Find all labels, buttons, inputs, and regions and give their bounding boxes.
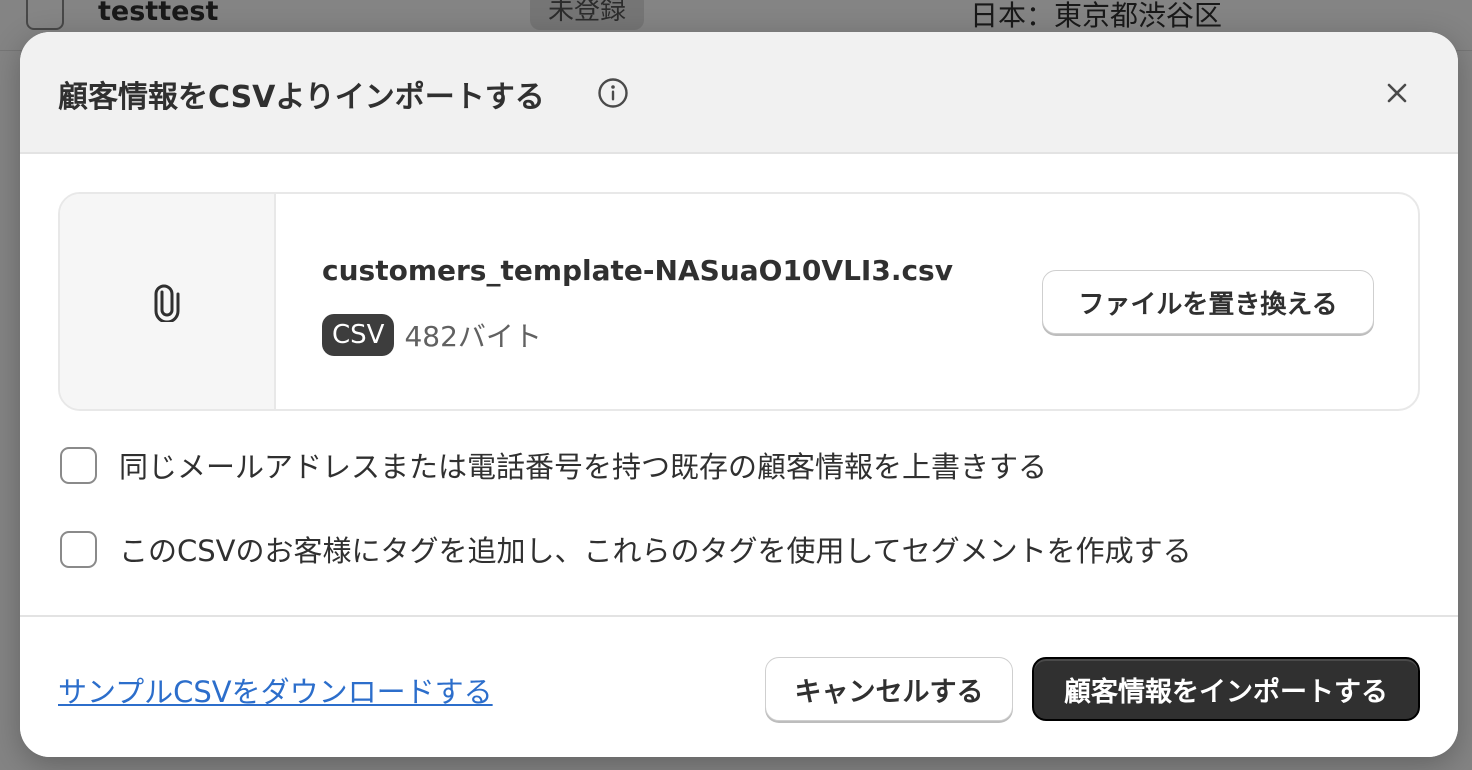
- overwrite-checkbox[interactable]: [60, 446, 97, 484]
- file-card: customers_template-NASuaO10VLI3.csv CSV …: [58, 192, 1420, 411]
- file-thumbnail: [60, 194, 276, 409]
- file-type-badge: CSV: [322, 314, 395, 356]
- tag-option[interactable]: このCSVのお客様にタグを追加し、これらのタグを使用してセグメントを作成する: [60, 528, 1192, 570]
- replace-file-button[interactable]: ファイルを置き換える: [1042, 270, 1374, 334]
- overwrite-label[interactable]: 同じメールアドレスまたは電話番号を持つ既存の顧客情報を上書きする: [119, 444, 1047, 486]
- modal-title: 顧客情報をCSVよりインポートする: [58, 80, 545, 115]
- close-button[interactable]: [1380, 76, 1414, 110]
- close-icon: [1387, 83, 1407, 103]
- modal-footer: サンプルCSVをダウンロードする キャンセルする 顧客情報をインポートする: [20, 615, 1458, 757]
- modal-header: 顧客情報をCSVよりインポートする: [20, 32, 1458, 154]
- file-size: 482バイト: [404, 320, 542, 353]
- file-meta: CSV 482バイト: [322, 314, 542, 356]
- file-name: customers_template-NASuaO10VLI3.csv: [322, 254, 953, 287]
- import-customers-modal: 顧客情報をCSVよりインポートする customers_template-NAS…: [20, 32, 1458, 757]
- paperclip-icon: [150, 284, 184, 324]
- tag-label[interactable]: このCSVのお客様にタグを追加し、これらのタグを使用してセグメントを作成する: [119, 528, 1192, 570]
- overwrite-option[interactable]: 同じメールアドレスまたは電話番号を持つ既存の顧客情報を上書きする: [60, 444, 1047, 486]
- cancel-button[interactable]: キャンセルする: [765, 657, 1013, 721]
- download-sample-csv-link[interactable]: サンプルCSVをダウンロードする: [58, 669, 493, 711]
- info-circle-icon[interactable]: [597, 77, 629, 109]
- tag-checkbox[interactable]: [60, 530, 97, 568]
- import-customers-button[interactable]: 顧客情報をインポートする: [1032, 657, 1420, 721]
